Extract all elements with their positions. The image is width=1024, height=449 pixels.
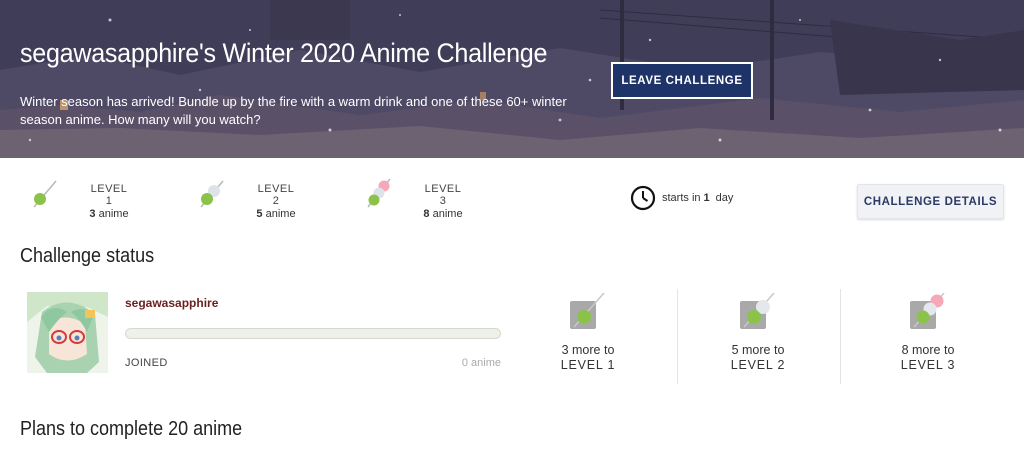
- challenge-header: segawasapphire's Winter 2020 Anime Chall…: [0, 0, 1024, 158]
- challenge-details-button[interactable]: CHALLENGE DETAILS: [857, 184, 1004, 219]
- dango-2-icon: [740, 292, 776, 329]
- level-label: LEVEL 3: [424, 183, 462, 207]
- clock-icon: [630, 185, 656, 211]
- dango-1-icon: [33, 180, 57, 208]
- starts-prefix: starts in: [662, 192, 701, 204]
- divider: [677, 289, 678, 384]
- goal-remaining: 8 more to: [901, 343, 955, 357]
- dango-1-icon: [570, 292, 606, 329]
- level-count: 8: [423, 208, 430, 220]
- level-unit: anime: [265, 208, 296, 220]
- level-label: LEVEL 2: [257, 183, 295, 207]
- leave-challenge-button[interactable]: LEAVE CHALLENGE: [611, 62, 753, 99]
- username-link[interactable]: segawasapphire: [125, 296, 218, 310]
- dango-3-icon: [367, 178, 391, 208]
- plans-heading: Plans to complete 20 anime: [20, 418, 243, 440]
- winter-village-background: [0, 0, 1024, 158]
- goal-level: LEVEL 1: [560, 358, 616, 372]
- goal-level-3: 8 more to LEVEL 3: [878, 290, 978, 373]
- level-unit: anime: [432, 208, 463, 220]
- challenge-status-heading: Challenge status: [20, 245, 155, 267]
- goal-level-1: 3 more to LEVEL 1: [538, 290, 638, 373]
- challenge-progress-bar: [125, 328, 501, 339]
- goal-remaining: 5 more to: [731, 343, 785, 357]
- goal-level: LEVEL 3: [900, 358, 956, 372]
- level-unit: anime: [98, 208, 129, 220]
- starts-value: 1: [703, 192, 710, 204]
- starts-suffix: day: [715, 192, 734, 204]
- anime-girl-avatar-image: [27, 292, 108, 373]
- level-count: 5: [256, 208, 263, 220]
- dango-3-icon: [910, 292, 946, 329]
- level-label: LEVEL 1: [90, 183, 128, 207]
- joined-status: JOINED: [125, 357, 168, 369]
- divider: [840, 289, 841, 384]
- anime-count: 0 anime: [461, 357, 501, 369]
- goal-level-2: 5 more to LEVEL 2: [708, 290, 808, 373]
- challenge-description: Winter season has arrived! Bundle up by …: [20, 94, 567, 127]
- dango-2-icon: [200, 180, 224, 208]
- challenge-title: segawasapphire's Winter 2020 Anime Chall…: [20, 38, 548, 68]
- start-countdown: starts in 1 day: [630, 185, 733, 211]
- avatar[interactable]: [27, 292, 108, 373]
- goal-level: LEVEL 2: [730, 358, 786, 372]
- level-count: 3: [89, 208, 96, 220]
- goal-remaining: 3 more to: [561, 343, 615, 357]
